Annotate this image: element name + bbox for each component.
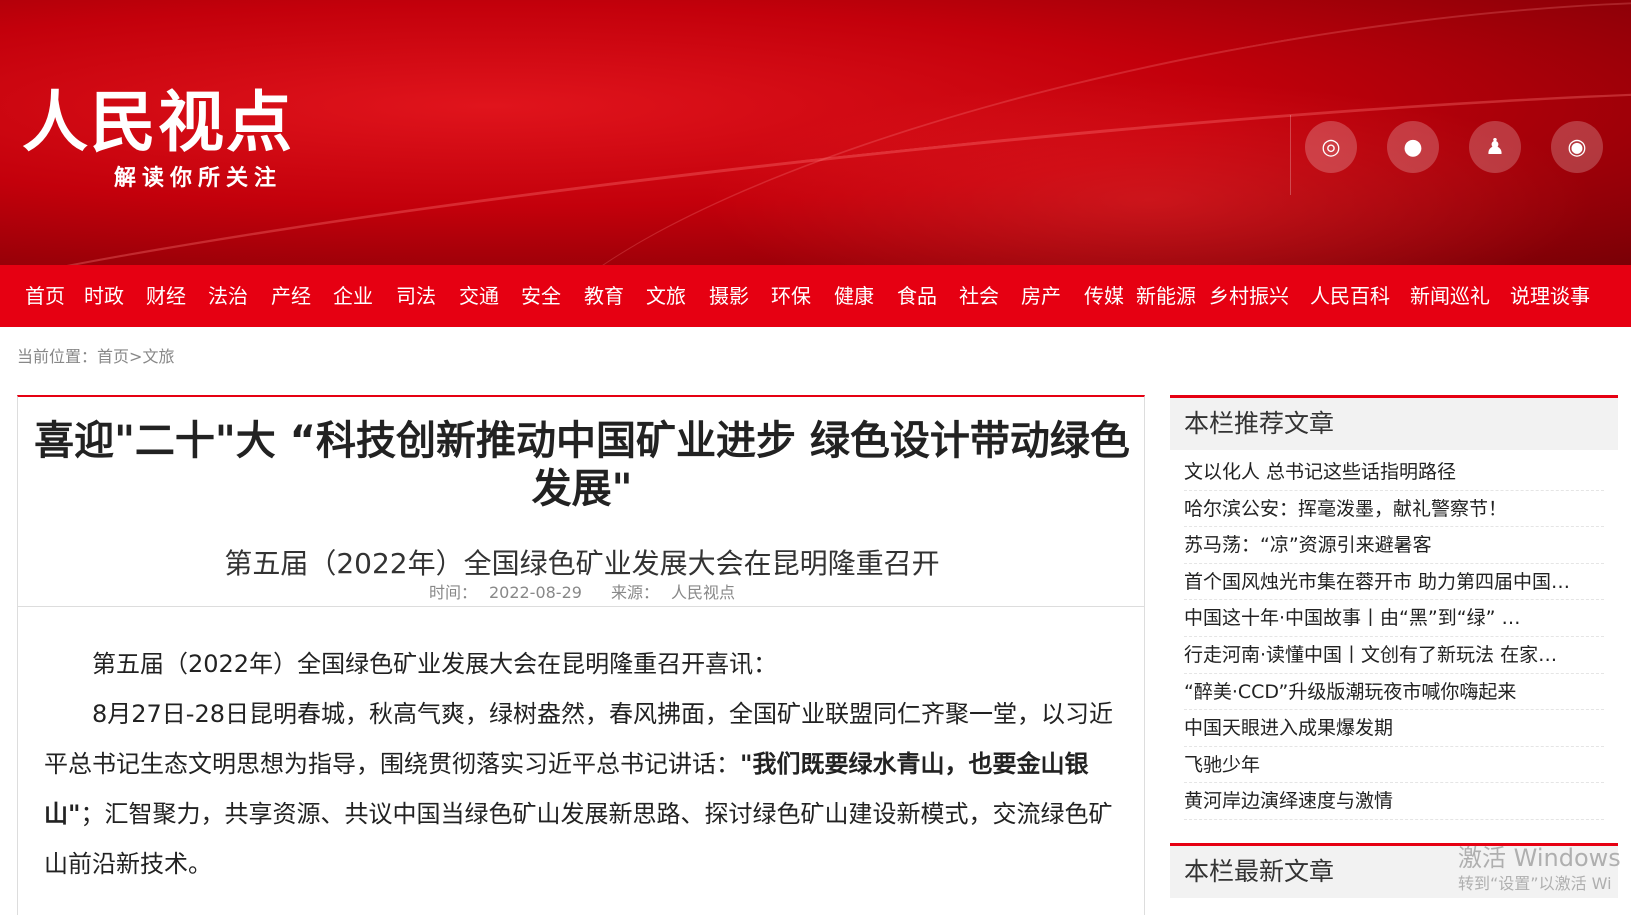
list-item[interactable]: 文以化人 总书记这些话指明路径 (1184, 454, 1604, 491)
time-label: 时间： (428, 583, 477, 602)
nav-item-culture-tourism[interactable]: 文旅 (646, 265, 686, 327)
nav-item-media[interactable]: 传媒 (1084, 265, 1124, 327)
article-paragraph: 8月27日-28日昆明春城，秋高气爽，绿树盎然，春风拂面，全国矿业联盟同仁齐聚一… (44, 689, 1134, 889)
paragraph-text: ；汇智聚力，共享资源、共议中国当绿色矿山发展新思路、探讨绿色矿山建设新模式，交流… (44, 800, 1113, 878)
nav-item-encyclopedia[interactable]: 人民百科 (1310, 265, 1390, 327)
social-links: ◎ ● ♟ ◉ (1290, 115, 1630, 195)
app-icon[interactable]: ◉ (1551, 121, 1603, 173)
article-header: 喜迎"二十"大 “科技创新推动中国矿业进步 绿色设计带动绿色发展" 第五届（20… (18, 397, 1144, 607)
activation-watermark-hint: 转到“设置”以激活 Wi (1458, 874, 1612, 893)
nav-item-new-energy[interactable]: 新能源 (1136, 265, 1196, 327)
qq-icon[interactable]: ♟ (1469, 121, 1521, 173)
recommended-list: 文以化人 总书记这些话指明路径 哈尔滨公安：挥毫泼墨，献礼警察节！ 苏马荡：“凉… (1170, 450, 1618, 824)
recommended-title: 本栏推荐文章 (1170, 398, 1618, 450)
nav-item-photo[interactable]: 摄影 (709, 265, 749, 327)
breadcrumb-current[interactable]: 文旅 (142, 347, 174, 366)
nav-item-environment[interactable]: 环保 (771, 265, 811, 327)
wechat-icon[interactable]: ● (1387, 121, 1439, 173)
nav-item-traffic[interactable]: 交通 (459, 265, 499, 327)
nav-item-judiciary[interactable]: 司法 (396, 265, 436, 327)
nav-item-food[interactable]: 食品 (897, 265, 937, 327)
article-paragraph: 第五届（2022年）全国绿色矿业发展大会在昆明隆重召开喜讯： (92, 650, 778, 678)
nav-item-home[interactable]: 首页 (25, 265, 65, 327)
logo-slogan: 解读你所关注 (114, 166, 283, 191)
site-logo[interactable]: 人民视点 解读你所关注 (22, 88, 302, 193)
article-source: 人民视点 (671, 583, 736, 602)
breadcrumb-prefix: 当前位置： (17, 347, 98, 366)
article: 喜迎"二十"大 “科技创新推动中国矿业进步 绿色设计带动绿色发展" 第五届（20… (17, 395, 1145, 915)
breadcrumb: 当前位置：首页>文旅 (17, 343, 174, 367)
sidebar: 本栏推荐文章 文以化人 总书记这些话指明路径 哈尔滨公安：挥毫泼墨，献礼警察节！… (1170, 395, 1618, 898)
nav-item-industry[interactable]: 产经 (271, 265, 311, 327)
list-item[interactable]: 行走河南·读懂中国丨文创有了新玩法 在家… (1184, 637, 1604, 674)
weibo-icon[interactable]: ◎ (1305, 121, 1357, 173)
nav-item-realestate[interactable]: 房产 (1021, 265, 1061, 327)
recommended-panel: 本栏推荐文章 文以化人 总书记这些话指明路径 哈尔滨公安：挥毫泼墨，献礼警察节！… (1170, 395, 1618, 824)
list-item[interactable]: 中国这十年·中国故事丨由“黑”到“绿” … (1184, 600, 1604, 637)
header-banner: 人民视点 解读你所关注 ◎ ● ♟ ◉ (0, 0, 1631, 265)
article-meta: 时间： 2022-08-29 来源： 人民视点 (18, 579, 1146, 603)
list-item[interactable]: 飞驰少年 (1184, 747, 1604, 784)
list-item[interactable]: 首个国风烛光市集在蓉开市 助力第四届中国… (1184, 564, 1604, 601)
nav-item-education[interactable]: 教育 (584, 265, 624, 327)
nav-item-society[interactable]: 社会 (959, 265, 999, 327)
breadcrumb-sep: > (129, 347, 143, 366)
list-item[interactable]: 黄河岸边演绎速度与激情 (1184, 783, 1604, 820)
logo-brand: 人民视点 (22, 84, 294, 161)
nav-item-law[interactable]: 法治 (208, 265, 248, 327)
nav-item-enterprise[interactable]: 企业 (333, 265, 373, 327)
article-subtitle: 第五届（2022年）全国绿色矿业发展大会在昆明隆重召开 (224, 547, 940, 580)
publish-time: 2022-08-29 (488, 583, 582, 602)
article-title: 喜迎"二十"大 “科技创新推动中国矿业进步 绿色设计带动绿色发展" (34, 418, 1130, 512)
nav-item-politics[interactable]: 时政 (84, 265, 124, 327)
list-item[interactable]: 哈尔滨公安：挥毫泼墨，献礼警察节！ (1184, 491, 1604, 528)
nav-item-finance[interactable]: 财经 (146, 265, 186, 327)
nav-item-health[interactable]: 健康 (834, 265, 874, 327)
nav-item-safety[interactable]: 安全 (521, 265, 561, 327)
list-item[interactable]: 中国天眼进入成果爆发期 (1184, 710, 1604, 747)
nav-item-news-tour[interactable]: 新闻巡礼 (1410, 265, 1490, 327)
list-item[interactable]: 苏马荡：“凉”资源引来避暑客 (1184, 527, 1604, 564)
nav-item-reasoning[interactable]: 说理谈事 (1510, 265, 1590, 327)
activation-watermark: 激活 Windows (1458, 844, 1621, 872)
breadcrumb-home[interactable]: 首页 (97, 347, 129, 366)
article-body: 第五届（2022年）全国绿色矿业发展大会在昆明隆重召开喜讯： 8月27日-28日… (44, 639, 1134, 889)
source-label: 来源： (611, 583, 660, 602)
main-nav: 首页 时政 财经 法治 产经 企业 司法 交通 安全 教育 文旅 摄影 环保 健… (0, 265, 1631, 327)
nav-item-rural[interactable]: 乡村振兴 (1209, 265, 1289, 327)
list-item[interactable]: “醉美·CCD”升级版潮玩夜市喊你嗨起来 (1184, 674, 1604, 711)
